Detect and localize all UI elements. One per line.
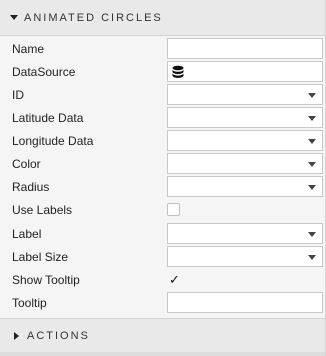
latitude-data-label: Latitude Data	[12, 110, 84, 125]
datasource-label: DataSource	[12, 64, 76, 79]
actions-section-header[interactable]: ACTIONS	[0, 318, 325, 352]
row-color: Color	[0, 152, 325, 175]
row-use-labels: Use Labels	[0, 198, 325, 221]
label-select[interactable]	[167, 223, 323, 244]
section-title: ANIMATED CIRCLES	[24, 11, 163, 24]
id-select[interactable]	[167, 84, 323, 105]
label-size-label: Label Size	[12, 249, 69, 264]
chevron-down-icon	[308, 162, 316, 167]
tooltip-input[interactable]	[167, 292, 323, 313]
name-label: Name	[12, 41, 45, 56]
chevron-down-icon	[308, 185, 316, 190]
latitude-data-select[interactable]	[167, 107, 323, 128]
use-labels-checkbox[interactable]	[167, 203, 180, 216]
caret-right-icon	[14, 331, 19, 340]
radius-label: Radius	[12, 179, 50, 194]
row-show-tooltip: Show Tooltip ✓	[0, 268, 325, 291]
caret-down-icon	[10, 15, 18, 20]
row-id: ID	[0, 83, 325, 106]
section-body: Name DataSource ID Latitude Data Longitu…	[0, 36, 325, 318]
row-longitude-data: Longitude Data	[0, 129, 325, 152]
chevron-down-icon	[308, 139, 316, 144]
name-input[interactable]	[167, 38, 323, 59]
chevron-down-icon	[308, 93, 316, 98]
panel-bottom-edge	[0, 352, 325, 356]
row-latitude-data: Latitude Data	[0, 106, 325, 129]
chevron-down-icon	[308, 232, 316, 237]
tooltip-label: Tooltip	[12, 295, 47, 310]
id-label: ID	[12, 87, 24, 102]
row-label: Label	[0, 222, 325, 245]
longitude-data-label: Longitude Data	[12, 133, 94, 148]
properties-panel: ANIMATED CIRCLES Name DataSource ID Lati…	[0, 0, 326, 356]
label-label: Label	[12, 226, 42, 241]
animated-circles-section-header[interactable]: ANIMATED CIRCLES	[0, 0, 325, 36]
longitude-data-select[interactable]	[167, 130, 323, 151]
show-tooltip-checkbox[interactable]: ✓	[169, 273, 180, 286]
actions-title: ACTIONS	[27, 329, 90, 342]
row-name: Name	[0, 37, 325, 60]
use-labels-label: Use Labels	[12, 202, 73, 217]
datasource-picker[interactable]	[167, 61, 323, 82]
row-label-size: Label Size	[0, 245, 325, 268]
chevron-down-icon	[308, 255, 316, 260]
color-label: Color	[12, 156, 41, 171]
database-icon	[172, 65, 184, 78]
radius-select[interactable]	[167, 176, 323, 197]
row-tooltip: Tooltip	[0, 291, 325, 314]
row-datasource: DataSource	[0, 60, 325, 83]
chevron-down-icon	[308, 116, 316, 121]
row-radius: Radius	[0, 175, 325, 198]
show-tooltip-label: Show Tooltip	[12, 272, 80, 287]
label-size-select[interactable]	[167, 246, 323, 267]
color-select[interactable]	[167, 153, 323, 174]
